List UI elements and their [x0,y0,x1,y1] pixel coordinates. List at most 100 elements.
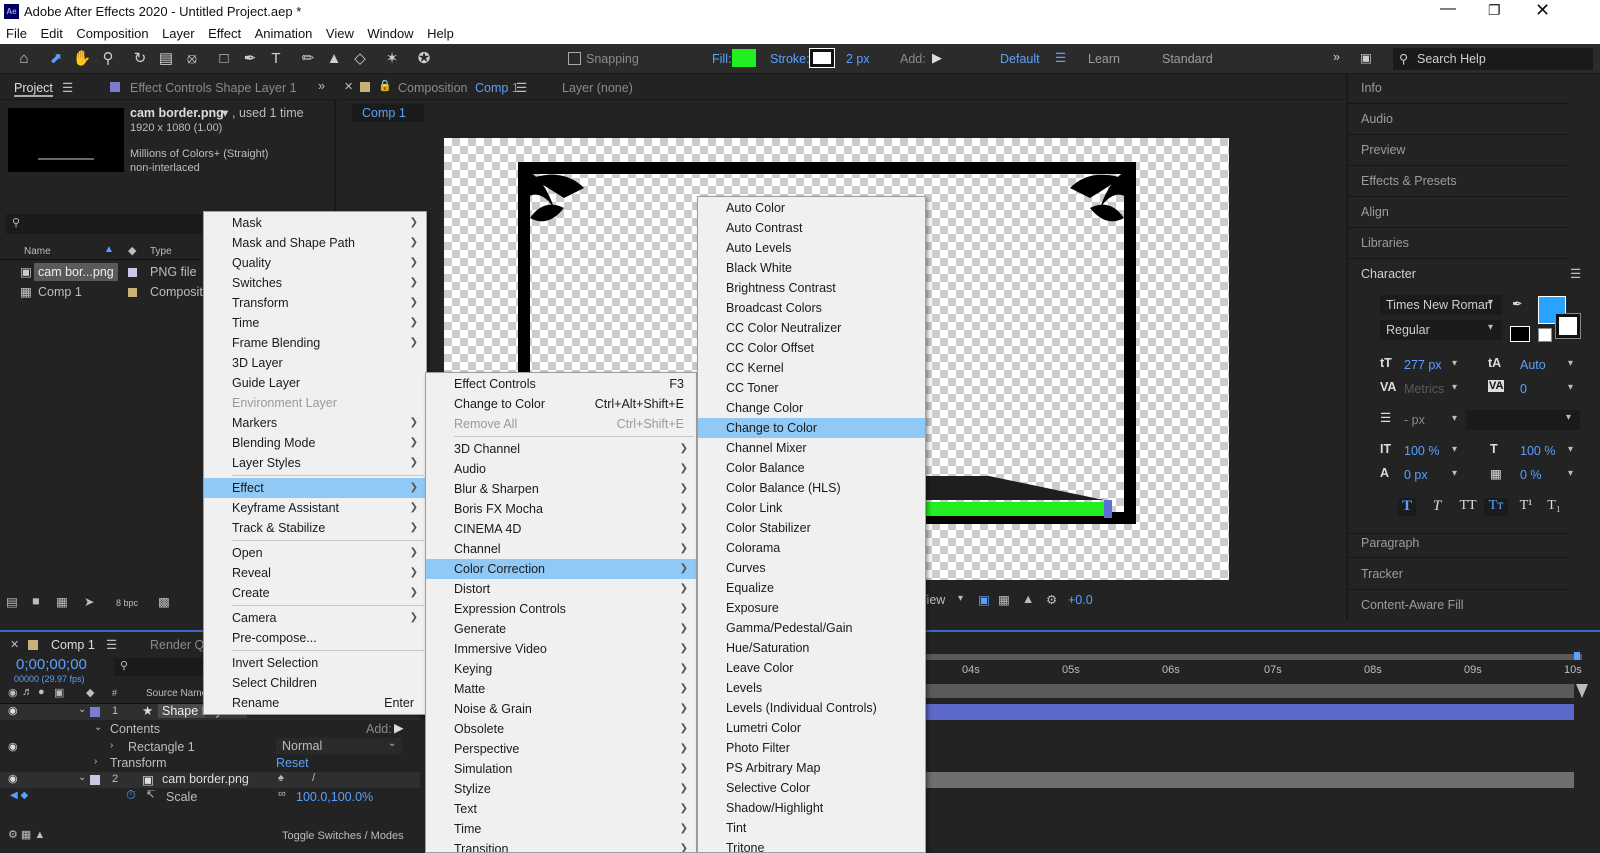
close-icon[interactable]: ✕ [1535,0,1550,21]
menu-item-photo-filter[interactable]: Photo Filter [698,738,925,758]
pen-tool-icon[interactable]: ✒ [240,49,260,69]
close-tab-icon[interactable]: ✕ [344,80,353,93]
trash-icon[interactable]: ▩ [158,594,170,609]
close-tab-icon[interactable]: ✕ [10,638,19,651]
twirl-closed-icon[interactable]: › [94,756,97,767]
menu-effect[interactable]: Effect [208,24,241,44]
rotate-tool-icon[interactable]: ↻ [130,49,150,69]
transform-label[interactable]: Transform [110,756,167,770]
workspace-standard[interactable]: Standard [1162,52,1213,66]
layer-row[interactable]: ◉ ⌄ 2 ▣ cam border.png ♠ / [0,772,420,788]
render-icon[interactable]: ➤ [84,594,94,609]
menu-item-hue-saturation[interactable]: Hue/Saturation [698,638,925,658]
panel-content-aware-fill[interactable]: Content-Aware Fill [1361,598,1464,612]
new-folder-icon[interactable]: ■ [32,594,40,608]
menu-item-effect[interactable]: Effect ❯ [204,478,426,498]
menu-item-noise-grain[interactable]: Noise & Grain ❯ [426,699,696,719]
stopwatch-icon[interactable]: ⏱ [126,788,136,803]
menu-animation[interactable]: Animation [255,24,313,44]
stroke-type-select[interactable]: ▾ [1466,410,1580,430]
leading-value[interactable]: Auto [1520,358,1546,372]
col-name[interactable]: Name [24,246,51,257]
stroke-color-swatch[interactable] [1555,313,1581,339]
menu-item-time[interactable]: Time ❯ [204,313,426,333]
camera-tool-icon[interactable]: ▤ [156,49,176,69]
workspace-default[interactable]: Default [1000,52,1040,66]
font-family-select[interactable]: Times New Roman ▾ [1380,295,1502,315]
keyframe-nav-icon[interactable]: ◀ ◆ [10,790,28,801]
panel-align[interactable]: Align [1361,205,1389,219]
time-ruler[interactable]: 04s 05s 06s 07s 08s 09s 10s [926,652,1582,684]
menu-item-levels-individual-controls[interactable]: Levels (Individual Controls) [698,698,925,718]
timeline-search[interactable]: ⚲ [114,658,204,676]
home-icon[interactable]: ⌂ [14,49,34,69]
menu-item-colorama[interactable]: Colorama [698,538,925,558]
bpc-label[interactable]: 8 bpc [116,598,138,608]
menu-item-change-to-color[interactable]: Change to Color Ctrl+Alt+Shift+E [426,394,696,414]
twirl-open-icon[interactable]: ⌄ [78,772,86,783]
menu-item-create[interactable]: Create ❯ [204,583,426,603]
menu-item-equalize[interactable]: Equalize [698,578,925,598]
menu-item-broadcast-colors[interactable]: Broadcast Colors [698,298,925,318]
project-menu-icon[interactable]: ☰ [62,80,73,95]
menu-item-invert-selection[interactable]: Invert Selection [204,653,426,673]
stroke-width[interactable]: 2 px [846,52,870,66]
work-area-bar[interactable] [926,684,1574,698]
menu-item-camera[interactable]: Camera ❯ [204,608,426,628]
baseline-shift-value[interactable]: 0 px [1404,468,1428,482]
workspace-overflow-icon[interactable]: » [1333,50,1340,64]
comp-flowchart-icon[interactable]: ▲ [1022,592,1034,606]
menu-item-color-stabilizer[interactable]: Color Stabilizer [698,518,925,538]
menu-item-auto-levels[interactable]: Auto Levels [698,238,925,258]
menu-item-reveal[interactable]: Reveal ❯ [204,563,426,583]
twirl-closed-icon[interactable]: › [110,740,113,751]
lock-icon[interactable]: 🔒 [378,79,392,92]
reset-link[interactable]: Reset [276,756,309,770]
minimize-icon[interactable]: — [1440,0,1456,18]
menu-item-mask[interactable]: Mask ❯ [204,213,426,233]
shy-icon[interactable]: ♠ [278,772,284,784]
zoom-tool-icon[interactable]: ⚲ [98,49,118,69]
menu-item-frame-blending[interactable]: Frame Blending ❯ [204,333,426,353]
layer-duration-bar[interactable] [926,772,1574,788]
interpret-footage-icon[interactable]: ▤ [6,594,18,609]
sync-icon[interactable]: ▣ [1360,50,1372,65]
toggle-switches-modes[interactable]: Toggle Switches / Modes [282,830,404,842]
subscript-icon[interactable]: T₁ [1544,498,1564,516]
col-source-name[interactable]: Source Name [146,688,207,699]
menu-item-color-link[interactable]: Color Link [698,498,925,518]
menu-item-3d-layer[interactable]: 3D Layer [204,353,426,373]
brush-tool-icon[interactable]: ✏ [298,49,318,69]
menu-item-layer-styles[interactable]: Layer Styles ❯ [204,453,426,473]
menu-item-cc-color-offset[interactable]: CC Color Offset [698,338,925,358]
menu-item-transition[interactable]: Transition ❯ [426,839,696,852]
menu-item-auto-contrast[interactable]: Auto Contrast [698,218,925,238]
horizontal-scale-value[interactable]: 100 % [1520,444,1555,458]
menu-item-transform[interactable]: Transform ❯ [204,293,426,313]
twirl-open-icon[interactable]: ⌄ [78,704,86,715]
fill-swatch[interactable] [732,49,756,67]
asset-dropdown-icon[interactable]: ▾ [222,105,228,120]
menu-item-cc-kernel[interactable]: CC Kernel [698,358,925,378]
hand-tool-icon[interactable]: ✋ [72,49,92,69]
constrain-icon[interactable]: ∞ [278,788,286,800]
menu-item-brightness-contrast[interactable]: Brightness Contrast [698,278,925,298]
eyedropper-icon[interactable]: ✒ [1512,296,1522,311]
timeline-tab-comp[interactable]: Comp 1 [51,638,95,652]
twirl-open-icon[interactable]: ⌄ [94,722,102,733]
menu-item-exposure[interactable]: Exposure [698,598,925,618]
tab-effect-controls[interactable]: Effect Controls Shape Layer 1 [130,81,297,95]
menu-item-quality[interactable]: Quality ❯ [204,253,426,273]
menu-item-ps-arbitrary-map[interactable]: PS Arbitrary Map [698,758,925,778]
menu-item-stylize[interactable]: Stylize ❯ [426,779,696,799]
panel-paragraph[interactable]: Paragraph [1361,536,1419,550]
menu-item-color-balance-hls[interactable]: Color Balance (HLS) [698,478,925,498]
type-tool-icon[interactable]: T [266,49,286,69]
black-swatch[interactable] [1510,326,1530,342]
layer-duration-bar[interactable] [926,704,1574,720]
menu-help[interactable]: Help [427,24,454,44]
current-timecode[interactable]: 0;00;00;00 [16,656,87,673]
menu-item-text[interactable]: Text ❯ [426,799,696,819]
layer-tab[interactable]: Layer (none) [562,81,633,95]
panel-audio[interactable]: Audio [1361,112,1393,126]
